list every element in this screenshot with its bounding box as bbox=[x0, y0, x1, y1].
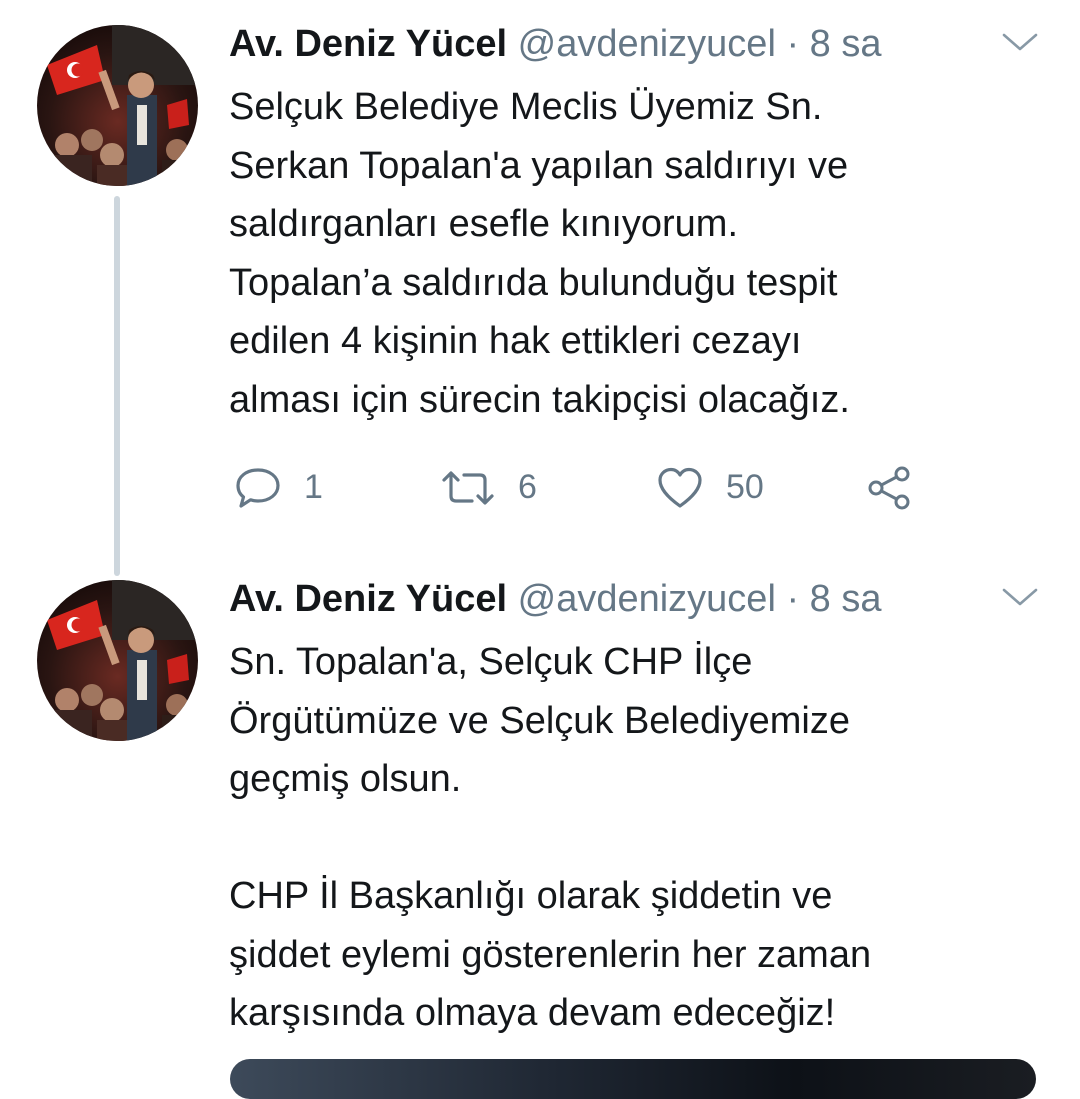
tweet[interactable]: Av. Deniz Yücel @avdenizyucel · 8 sa Sn.… bbox=[0, 555, 1080, 1069]
heart-icon bbox=[658, 467, 702, 508]
chevron-down-icon[interactable] bbox=[1000, 585, 1040, 609]
tweet-header: Av. Deniz Yücel @avdenizyucel · 8 sa bbox=[229, 573, 882, 625]
tweet-time[interactable]: 8 sa bbox=[810, 578, 882, 620]
author-name[interactable]: Av. Deniz Yücel bbox=[229, 23, 507, 65]
retweet-count: 6 bbox=[518, 468, 537, 506]
retweet-button[interactable]: 6 bbox=[440, 460, 537, 515]
meta-separator: · bbox=[786, 578, 800, 620]
tweet-text: Selçuk Belediye Meclis Üyemiz Sn. Serkan… bbox=[229, 86, 850, 421]
like-button[interactable]: 50 bbox=[656, 460, 764, 515]
avatar[interactable] bbox=[37, 25, 198, 186]
media-preview[interactable] bbox=[230, 1059, 1036, 1099]
author-name[interactable]: Av. Deniz Yücel bbox=[229, 578, 507, 620]
retweet-icon bbox=[442, 470, 494, 505]
tweet-header: Av. Deniz Yücel @avdenizyucel · 8 sa bbox=[229, 18, 882, 70]
tweet-time[interactable]: 8 sa bbox=[810, 23, 882, 65]
tweet[interactable]: Av. Deniz Yücel @avdenizyucel · 8 sa Sel… bbox=[0, 0, 1080, 555]
share-icon bbox=[868, 466, 910, 509]
tweet-actions: 1 6 50 bbox=[0, 460, 1080, 515]
reply-count: 1 bbox=[304, 468, 323, 506]
avatar[interactable] bbox=[37, 580, 198, 741]
meta-separator: · bbox=[786, 23, 800, 65]
like-count: 50 bbox=[726, 468, 764, 506]
reply-icon bbox=[236, 467, 280, 508]
author-handle[interactable]: @avdenizyucel bbox=[518, 23, 776, 65]
author-handle[interactable]: @avdenizyucel bbox=[518, 578, 776, 620]
share-button[interactable] bbox=[866, 460, 914, 515]
reply-button[interactable]: 1 bbox=[234, 460, 323, 515]
chevron-down-icon[interactable] bbox=[1000, 30, 1040, 54]
tweet-text: Sn. Topalan'a, Selçuk CHP İlçe Örgütümüz… bbox=[229, 641, 872, 1034]
